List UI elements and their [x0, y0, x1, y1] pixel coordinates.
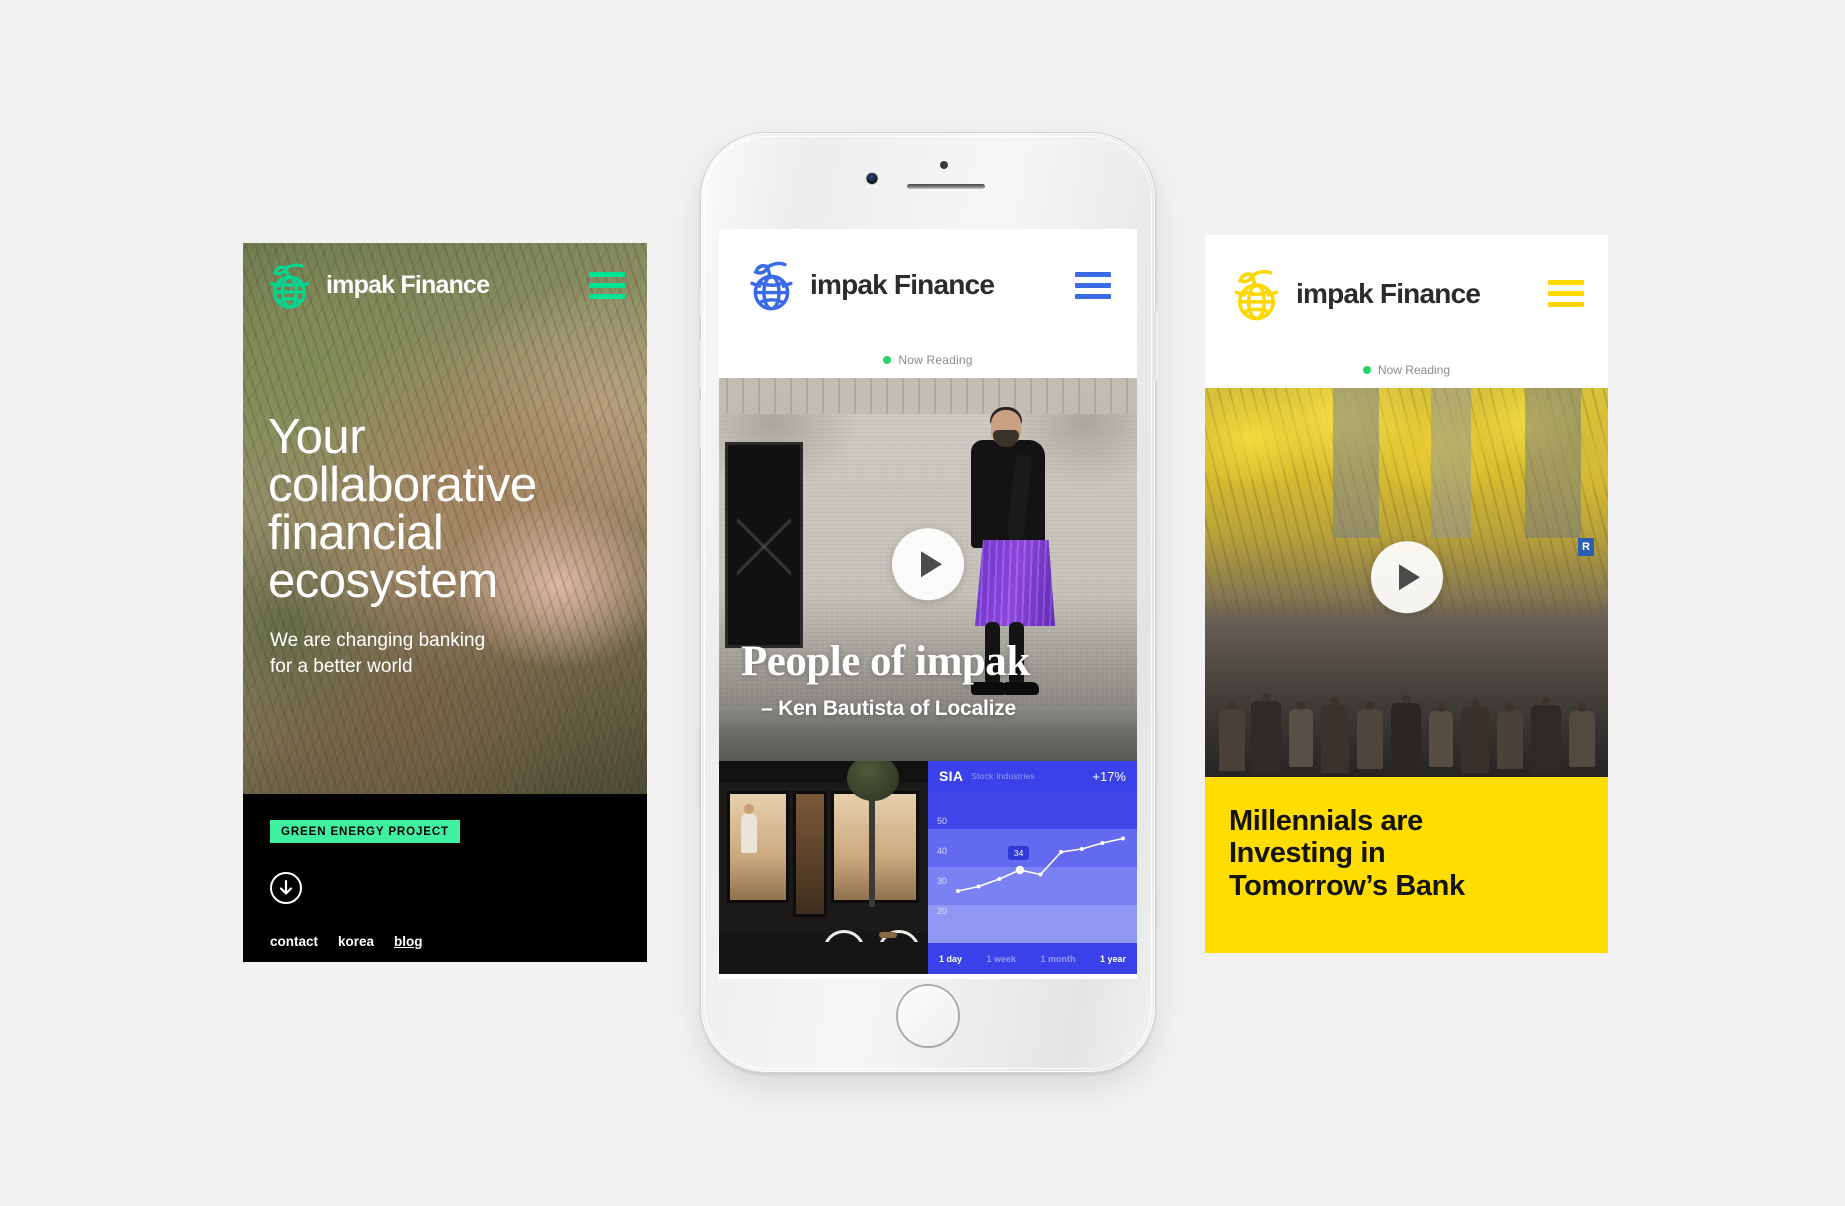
headline-line: ecosystem [268, 554, 498, 609]
power-button[interactable] [1154, 311, 1158, 381]
chart-range-1day[interactable]: 1 day [939, 954, 962, 964]
subheadline-line: for a better world [270, 655, 413, 677]
chart-plot-area: 50 40 30 20 34 [928, 791, 1137, 943]
footer-link-contact[interactable]: contact [270, 934, 318, 949]
now-reading-label: Now Reading [1377, 363, 1451, 377]
right-phone-screen: impak Finance Now Reading R Millennials … [1205, 235, 1608, 953]
left-header: impak Finance [243, 243, 647, 327]
chart-change-badge: +17% [1092, 768, 1126, 784]
featured-video-hero[interactable]: People of impak – Ken Bautista of Locali… [719, 378, 1137, 761]
hero-photo-autumn-street[interactable]: R [1205, 388, 1608, 777]
brand-name: impak Finance [326, 270, 490, 299]
headline-line: Investing in [1229, 837, 1386, 870]
volume-up-button[interactable] [698, 341, 702, 387]
chart-range-tabs: 1 day 1 week 1 month 1 year [928, 943, 1137, 974]
chart-header: SIA Stock Industries +17% [928, 761, 1137, 791]
middle-phone-screen: impak Finance Now Reading People of impa… [719, 229, 1137, 979]
left-phone-screen: impak Finance Your collaborative financi… [243, 243, 647, 962]
chart-symbol: SIA [939, 768, 964, 784]
headline-line: collaborative [268, 458, 537, 513]
footer-link-blog[interactable]: blog [394, 934, 423, 949]
hamburger-menu-icon[interactable] [1548, 280, 1584, 307]
street-sign: R [1578, 538, 1594, 556]
now-reading-indicator: Now Reading [1205, 352, 1608, 388]
subheadline-line: We are changing banking [270, 630, 486, 651]
app-header: impak Finance [719, 229, 1137, 341]
headline-line: Your [268, 410, 366, 464]
crowd-of-people [1205, 597, 1608, 777]
home-button[interactable] [898, 986, 958, 1046]
building-cornice [719, 378, 1137, 414]
hero-subtitle: – Ken Bautista of Localize [761, 697, 1017, 720]
building-window [725, 442, 803, 648]
now-reading-label: Now Reading [898, 352, 973, 367]
chart-range-1year[interactable]: 1 year [1100, 954, 1126, 964]
storefront-photo-thumbnail[interactable] [719, 761, 928, 974]
footer-links: contact korea blog [270, 934, 423, 949]
status-badge[interactable]: GREEN ENERGY PROJECT [270, 820, 460, 843]
brand-row[interactable]: impak Finance [1229, 265, 1548, 323]
front-camera [866, 173, 878, 184]
footer-link-korea[interactable]: korea [338, 934, 374, 949]
chart-line-series [956, 836, 1125, 893]
earpiece-speaker [907, 184, 985, 189]
silent-switch[interactable] [698, 289, 702, 315]
status-dot-icon [883, 355, 892, 364]
status-dot-icon [1362, 366, 1371, 374]
now-reading-indicator: Now Reading [719, 341, 1137, 378]
brand-row[interactable]: impak Finance [265, 259, 589, 311]
article-headline-panel: Millennials are Investing in Tomorrow’s … [1205, 777, 1608, 953]
chart-range-1month[interactable]: 1 month [1040, 954, 1075, 964]
play-button-icon[interactable] [1370, 540, 1443, 613]
chart-company-name: Stock Industries [971, 771, 1035, 781]
play-button-icon[interactable] [892, 527, 964, 600]
impak-globe-leaf-logo [265, 259, 315, 311]
hero-title: People of impak [741, 638, 1030, 685]
app-header: impak Finance [1205, 235, 1608, 352]
hamburger-menu-icon[interactable] [1075, 271, 1111, 299]
brand-name: impak Finance [1296, 277, 1481, 309]
impak-globe-leaf-logo [1229, 265, 1285, 323]
mockup-canvas: impak Finance Your collaborative financi… [0, 0, 1845, 1206]
left-footer-panel: GREEN ENERGY PROJECT contact korea blog [243, 794, 647, 962]
proximity-sensor [940, 161, 948, 169]
brand-row[interactable]: impak Finance [745, 257, 1075, 313]
headline-line: financial [268, 506, 444, 561]
stock-chart-card[interactable]: SIA Stock Industries +17% 50 40 30 20 34… [928, 761, 1137, 974]
page-headline: Your collaborative financial ecosystem [268, 410, 537, 609]
impak-globe-leaf-logo [745, 257, 799, 313]
chart-range-1week[interactable]: 1 week [986, 954, 1016, 964]
chart-tooltip: 34 [1007, 846, 1030, 860]
iphone-device-frame: impak Finance Now Reading People of impa… [698, 132, 1158, 1073]
bottom-cards-row: SIA Stock Industries +17% 50 40 30 20 34… [719, 761, 1137, 974]
page-subheadline: We are changing banking for a better wor… [270, 628, 485, 679]
arrow-down-icon[interactable] [270, 872, 302, 904]
hamburger-menu-icon[interactable] [589, 271, 625, 299]
headline-line: Tomorrow’s Bank [1229, 869, 1465, 902]
headline-line: Millennials are [1229, 805, 1423, 837]
volume-down-button[interactable] [698, 401, 702, 447]
article-headline: Millennials are Investing in Tomorrow’s … [1229, 805, 1584, 902]
brand-name: impak Finance [810, 269, 995, 300]
